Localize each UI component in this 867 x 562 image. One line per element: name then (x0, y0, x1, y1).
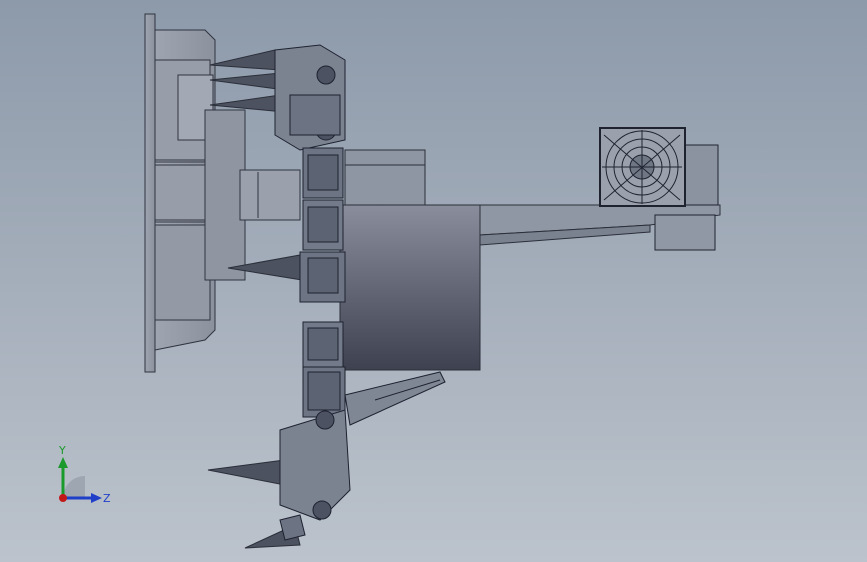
y-axis-arrow-icon (58, 457, 68, 468)
robot-model[interactable] (0, 0, 867, 562)
z-axis-arrow-icon (91, 493, 102, 503)
coordinate-triad: Y Z (50, 440, 120, 510)
x-axis-dot-icon (59, 494, 67, 502)
central-cylinder[interactable] (339, 149, 481, 371)
triad-plane (63, 476, 85, 498)
z-axis-label: Z (103, 492, 111, 505)
y-axis-label: Y (58, 444, 66, 457)
cad-viewport[interactable]: Y Z (0, 0, 867, 562)
